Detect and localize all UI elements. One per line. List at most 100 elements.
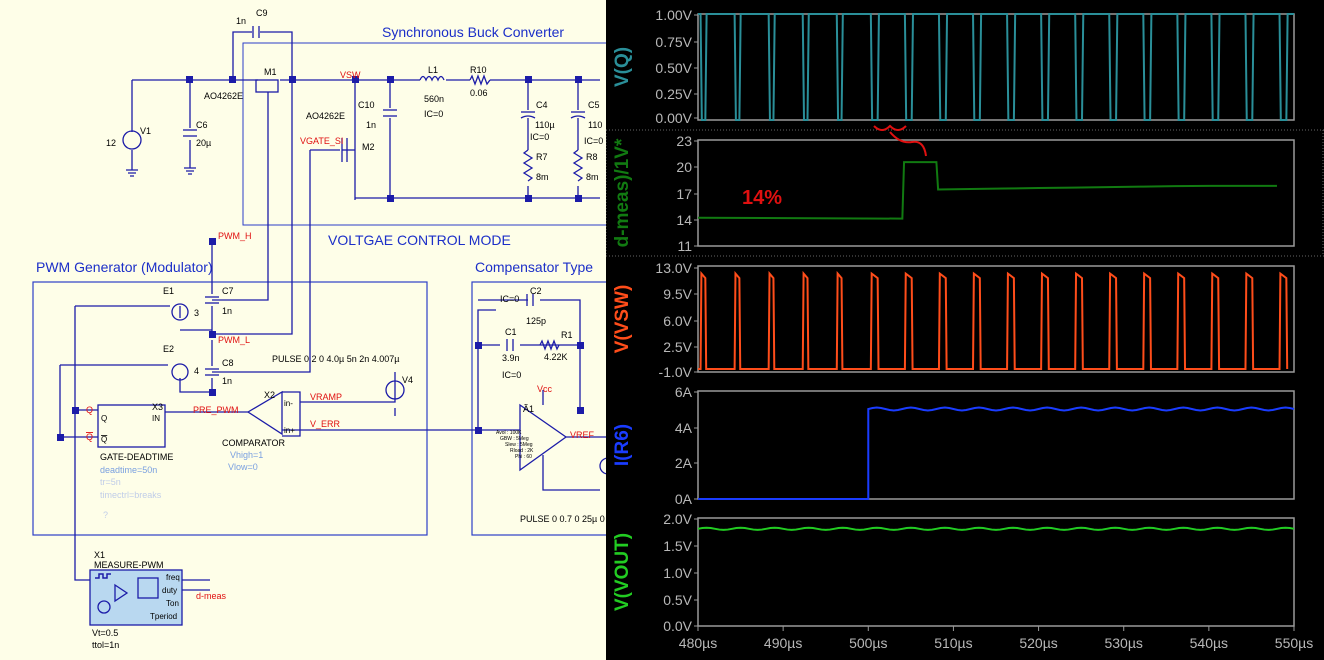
- c5-ic: IC=0: [584, 136, 603, 146]
- c2-ic: IC=0: [500, 294, 519, 304]
- buck-title: Synchronous Buck Converter: [382, 24, 564, 40]
- plot-pane-vsw[interactable]: [697, 265, 1295, 373]
- c4-label: C4: [536, 100, 548, 110]
- c7-value: 1n: [222, 306, 232, 316]
- y-tick-label: 2A: [675, 455, 693, 471]
- c1-label: C1: [505, 327, 517, 337]
- x1-freq: freq: [166, 573, 180, 582]
- trace-ir6: [698, 406, 1295, 500]
- trace-label-vsw[interactable]: V(VSW): [612, 285, 633, 354]
- y-tick-label: 0.00V: [655, 110, 692, 126]
- e1-label: E1: [163, 286, 174, 296]
- net-pre-pwm: PRE_PWM: [193, 405, 239, 415]
- c4-value: 110µ: [535, 120, 555, 130]
- plot-pane-dmeas[interactable]: [697, 139, 1295, 247]
- ttol-param: ttol=1n: [92, 640, 119, 650]
- plot-pane-vq[interactable]: [697, 13, 1295, 121]
- net-qbar: Q: [86, 432, 93, 442]
- x-tick-label: 540µs: [1190, 635, 1228, 651]
- r7-label: R7: [536, 152, 548, 162]
- y-tick-label: 11: [677, 238, 692, 254]
- r1-label: R1: [561, 330, 573, 340]
- r7-value: 8m: [536, 172, 549, 182]
- x-tick-label: 550µs: [1275, 635, 1313, 651]
- net-q: Q: [86, 405, 93, 415]
- a1-label: Ã1: [523, 404, 534, 414]
- ltspice-window: Synchronous Buck Converter VOLTGAE CONTR…: [0, 0, 1324, 660]
- trace-label-vq[interactable]: V(Q): [612, 47, 633, 87]
- net-pwm-l: PWM_L: [218, 335, 250, 345]
- c9-value: 1n: [236, 16, 246, 26]
- y-tick-label: 0.5V: [663, 592, 692, 608]
- c5-value: 110: [588, 120, 602, 130]
- v1-value: 12: [106, 138, 116, 148]
- c2-label: C2: [530, 286, 542, 296]
- net-verr: V_ERR: [310, 419, 341, 429]
- y-tick-label: 9.5V: [663, 286, 692, 302]
- x3-q-pin: Q: [101, 414, 107, 423]
- c6-label: C6: [196, 120, 208, 130]
- c6-value: 20µ: [196, 138, 211, 148]
- y-tick-label: 6A: [675, 384, 693, 400]
- y-tick-label: 0.50V: [655, 60, 692, 76]
- param-vlow: Vlow=0: [228, 462, 258, 472]
- r8-label: R8: [586, 152, 598, 162]
- x1-tperiod: Tperiod: [150, 612, 177, 621]
- trace-label-dmeas[interactable]: d-meas)/1V*: [612, 138, 633, 247]
- x-tick-label: 500µs: [849, 635, 887, 651]
- schematic-pane[interactable]: Synchronous Buck Converter VOLTGAE CONTR…: [0, 0, 606, 660]
- r8-value: 8m: [586, 172, 599, 182]
- trace-label-vout[interactable]: V(VOUT): [612, 533, 633, 611]
- param-timectrl: timectrl=breaks: [100, 490, 162, 500]
- y-tick-label: 13.0V: [655, 260, 692, 276]
- plot-pane-vout[interactable]: [697, 517, 1295, 627]
- x1-duty: duty: [162, 586, 177, 595]
- m2-part: AO4262E: [306, 111, 345, 121]
- net-vsw: VSW: [340, 70, 361, 80]
- x1-name: MEASURE-PWM: [94, 560, 164, 570]
- x3-qbar-pin: Q: [101, 435, 107, 444]
- x3-in: IN: [152, 414, 160, 423]
- param-deadtime: deadtime=50n: [100, 465, 157, 475]
- c9-label: C9: [256, 8, 268, 18]
- opamp-param-phi: Phi : 60: [515, 454, 532, 460]
- y-tick-label: 14: [676, 212, 692, 228]
- y-tick-label: 4A: [675, 420, 693, 436]
- net-dmeas: d-meas: [196, 591, 227, 601]
- x1-ton: Ton: [166, 599, 179, 608]
- y-tick-label: 0A: [675, 491, 693, 507]
- mode-title: VOLTGAE CONTROL MODE: [328, 232, 511, 248]
- pulse-bottom: PULSE 0 0.7 0 25µ 0: [520, 514, 605, 524]
- c10-label: C10: [358, 100, 375, 110]
- x-tick-label: 520µs: [1019, 635, 1057, 651]
- param-question: ?: [103, 510, 108, 520]
- x2-label: X2: [264, 390, 275, 400]
- m1-part: AO4262E: [204, 91, 243, 101]
- c5-label: C5: [588, 100, 600, 110]
- comp-in-neg: in-: [284, 399, 293, 408]
- e2-pin: 4: [194, 366, 199, 376]
- vt-param: Vt=0.5: [92, 628, 118, 638]
- waveform-viewer[interactable]: 1.00V 0.75V 0.50V 0.25V 0.00V V(Q) 23 20 17 14 11 d…: [606, 0, 1324, 660]
- v1-label: V1: [140, 126, 151, 136]
- gate-deadtime-label: GATE-DEADTIME: [100, 452, 173, 462]
- annotation-text: 14%: [742, 187, 782, 209]
- param-vhigh: Vhigh=1: [230, 450, 263, 460]
- e1-pin: 3: [194, 308, 199, 318]
- net-vref: VREF: [570, 430, 595, 440]
- y-tick-label: 6.0V: [663, 313, 692, 329]
- y-tick-label: 1.0V: [663, 565, 692, 581]
- y-tick-label: 2.0V: [663, 511, 692, 527]
- c4-ic: IC=0: [530, 132, 549, 142]
- plot-pane-ir6[interactable]: [697, 390, 1295, 500]
- param-tr: tr=5n: [100, 477, 121, 487]
- c7-label: C7: [222, 286, 234, 296]
- r10-label: R10: [470, 65, 487, 75]
- trace-dmeas: [697, 161, 1277, 220]
- l1-label: L1: [428, 65, 438, 75]
- comparator-label: COMPARATOR: [222, 438, 286, 448]
- trace-vq: [698, 13, 1294, 121]
- y-tick-label: 0.0V: [663, 618, 692, 634]
- m1-label: M1: [264, 67, 277, 77]
- trace-label-ir6[interactable]: I(R6): [612, 424, 633, 466]
